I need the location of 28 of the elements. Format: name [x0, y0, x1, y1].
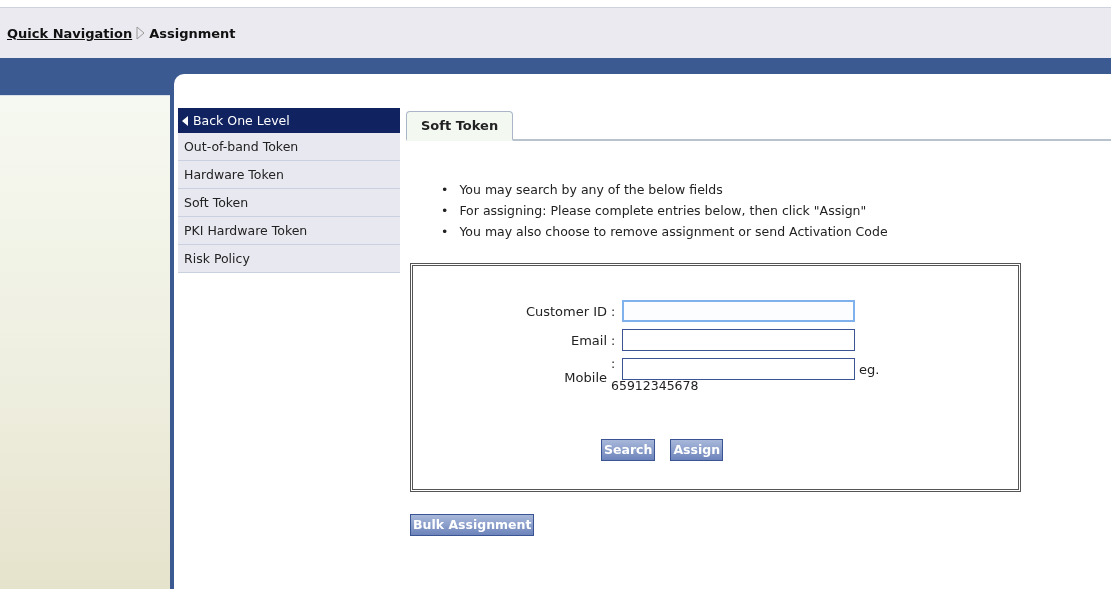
- field-label: Email: [569, 332, 608, 348]
- chevron-icon: [136, 26, 146, 40]
- sidebar-item[interactable]: Out-of-band Token: [178, 133, 400, 161]
- field-label: Customer ID: [524, 303, 608, 319]
- instruction-text: For assigning: Please complete entries below, then click "Assign": [459, 202, 867, 220]
- field-label: Mobile: [563, 370, 608, 385]
- instruction-text: You may also choose to remove assignment or send Activation Code: [459, 223, 888, 241]
- example-text: 65912345678: [611, 378, 700, 393]
- hint-text: eg.: [859, 361, 880, 377]
- sidebar-item[interactable]: Hardware Token: [178, 161, 400, 189]
- back-link[interactable]: Back One Level: [178, 108, 400, 133]
- sidebar-item[interactable]: Risk Policy: [178, 245, 400, 273]
- input-field[interactable]: [622, 329, 855, 351]
- sidebar-item[interactable]: PKI Hardware Token: [178, 217, 400, 245]
- bullet-mark: •: [441, 223, 449, 241]
- input-field[interactable]: [622, 300, 855, 322]
- colon-text: :: [611, 332, 617, 348]
- instruction-text: You may search by any of the below fields: [459, 181, 723, 199]
- triangle-left-icon: [182, 115, 188, 126]
- breadcrumb-current: Assignment: [149, 25, 236, 41]
- colon-text: :: [611, 356, 617, 371]
- input-field[interactable]: [622, 358, 855, 380]
- bullet-mark: •: [441, 202, 449, 220]
- colon-text: :: [611, 303, 617, 319]
- tab[interactable]: Soft Token: [406, 111, 514, 141]
- breadcrumb-link[interactable]: Quick Navigation: [7, 25, 133, 41]
- bullet-mark: •: [441, 181, 449, 199]
- sidebar-item[interactable]: Soft Token: [178, 189, 400, 217]
